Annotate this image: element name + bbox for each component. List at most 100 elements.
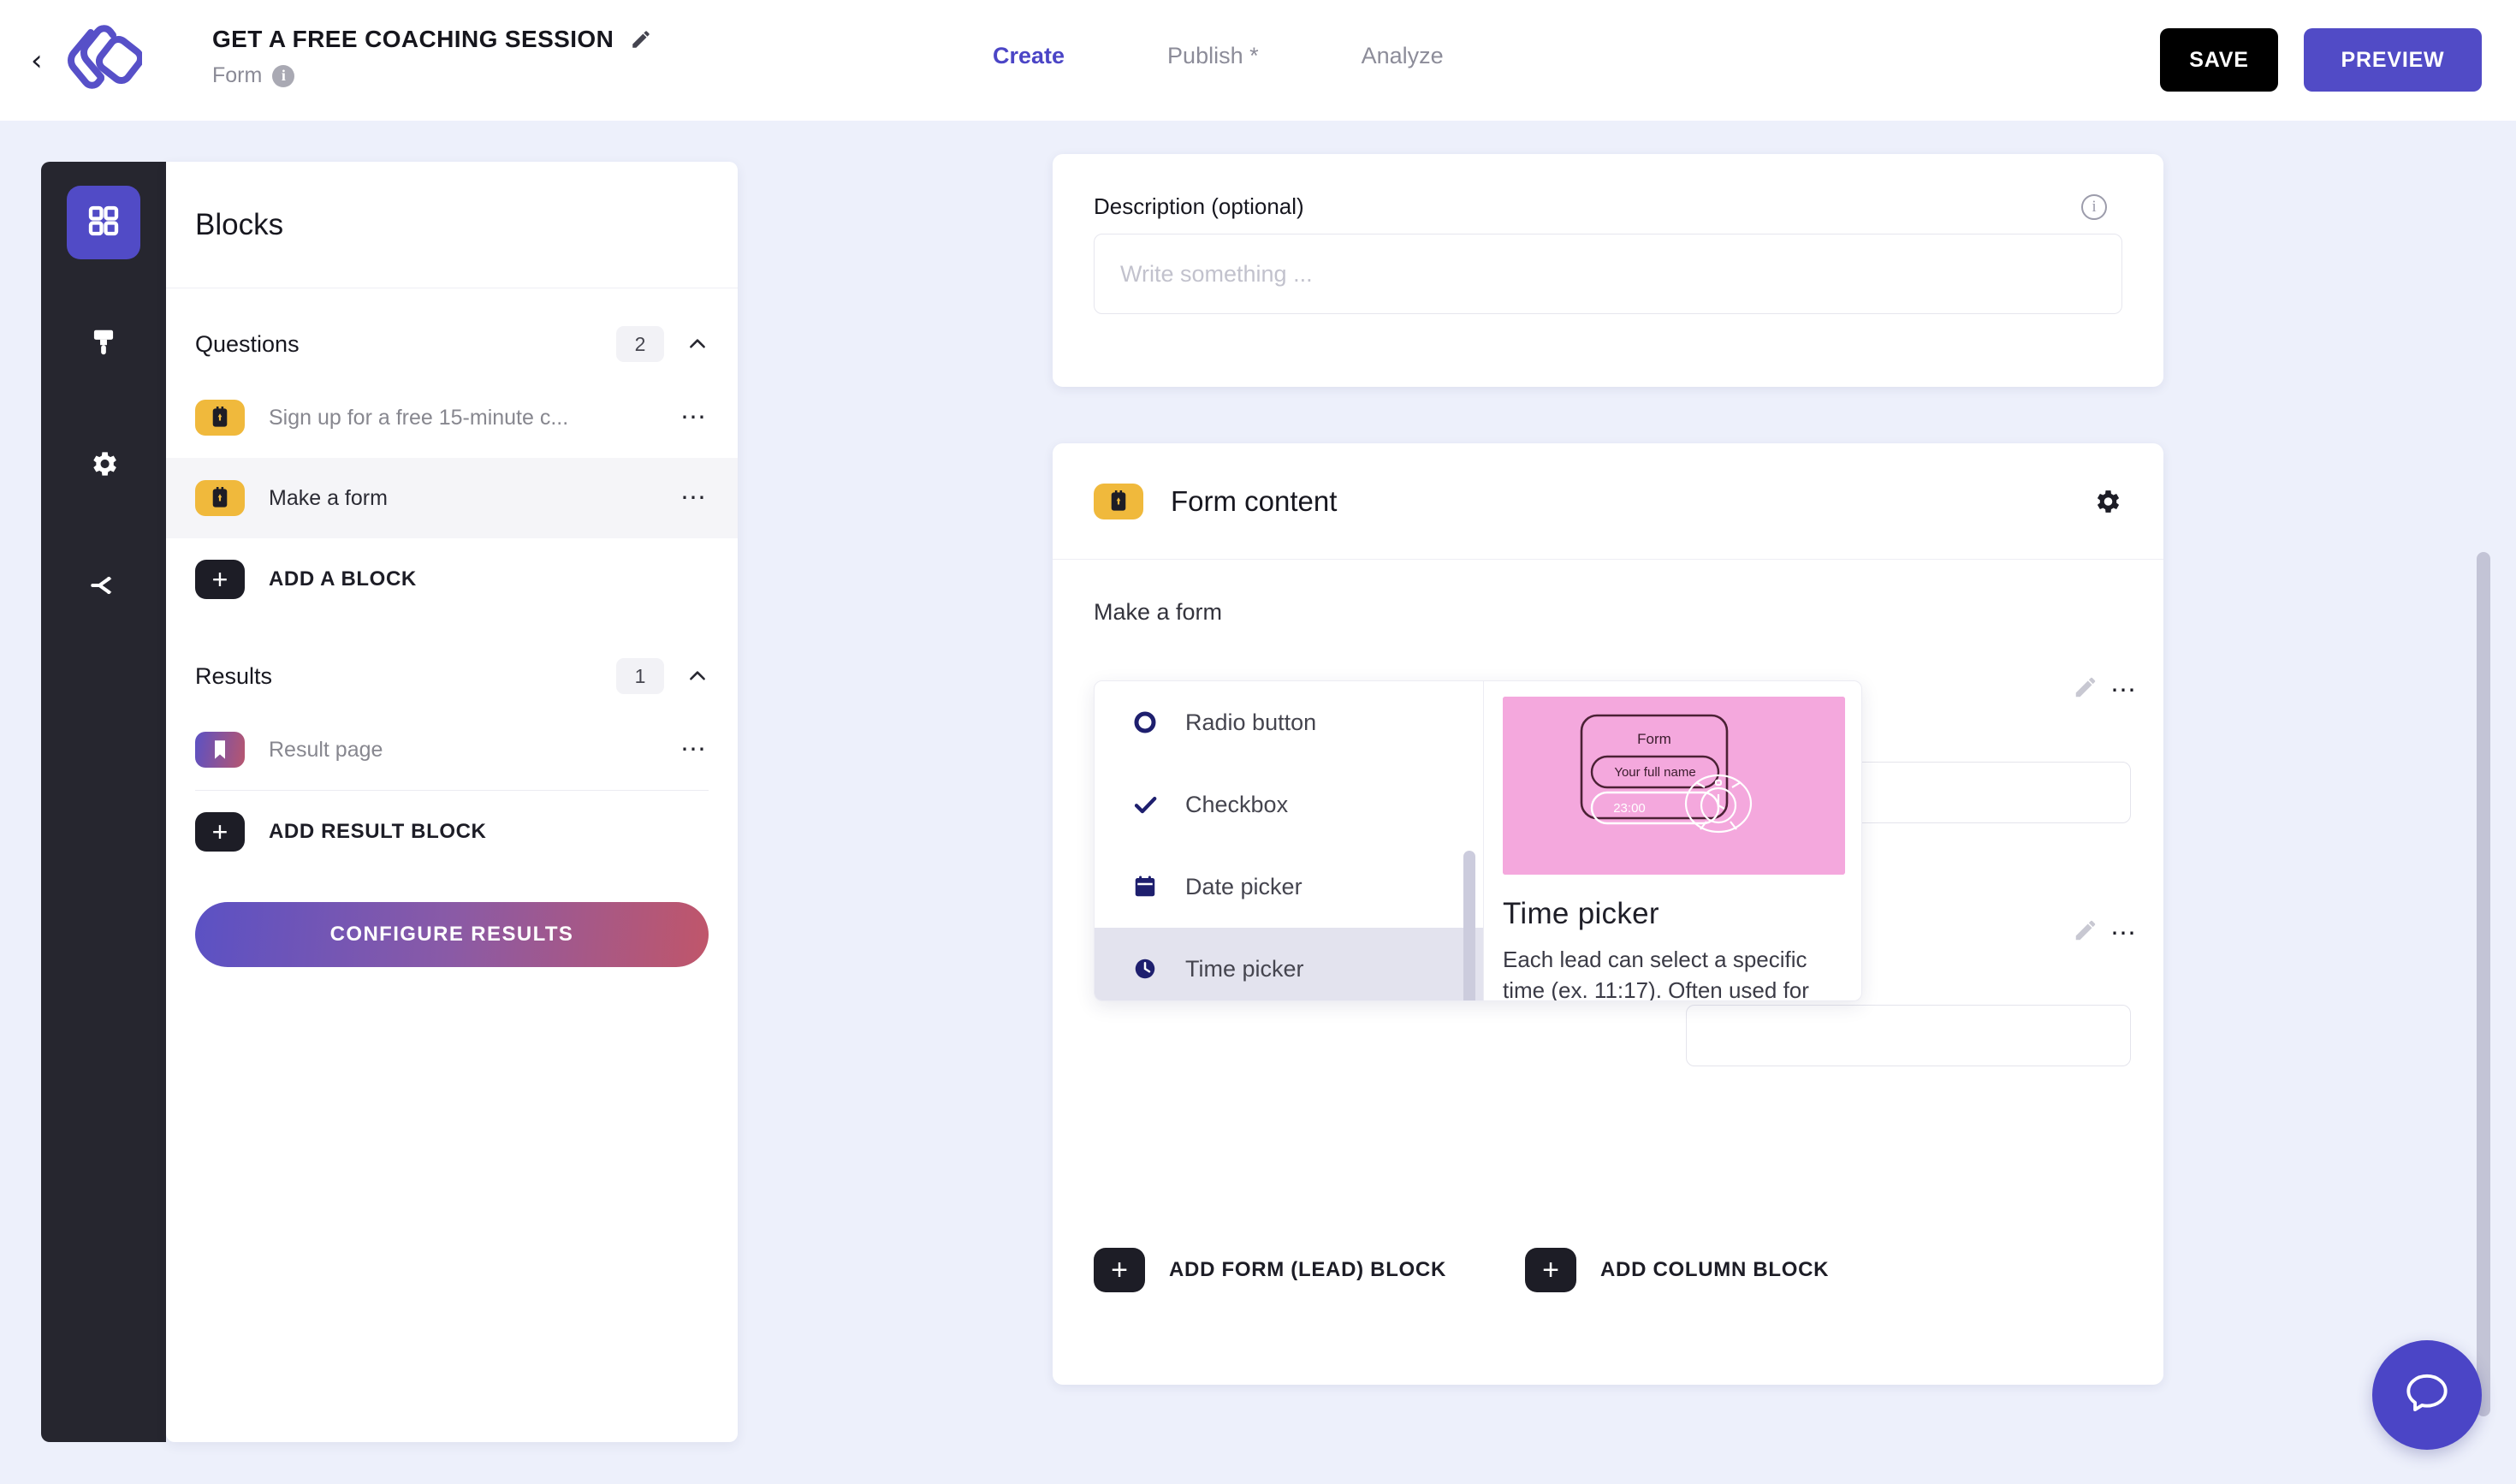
chevron-up-icon[interactable] [686, 665, 709, 687]
top-bar: ‹ GET A FREE COACHING SESSION Form i Cre… [0, 0, 2516, 121]
form-block-icon [1094, 483, 1143, 519]
pencil-icon[interactable] [630, 28, 652, 50]
add-a-block-label: ADD A BLOCK [269, 567, 417, 591]
ellipsis-icon[interactable]: ⋯ [680, 405, 709, 430]
svg-text:Form: Form [1637, 731, 1671, 747]
page-title: GET A FREE COACHING SESSION [212, 26, 614, 52]
back-chevron-icon[interactable]: ‹ [31, 45, 56, 77]
radio-button-icon [1130, 708, 1160, 737]
field-type-radio-button[interactable]: Radio button [1095, 681, 1483, 763]
info-outline-icon[interactable]: i [2081, 193, 2107, 220]
field-type-preview-image: Form Your full name 23:00 [1503, 697, 1845, 875]
block-item-make-a-form[interactable]: Make a form ⋯ [166, 458, 738, 538]
block-item-label: Make a form [269, 485, 388, 510]
pencil-icon[interactable] [2073, 917, 2098, 943]
section-title-results: Results [195, 662, 273, 689]
add-a-block-button[interactable]: + ADD A BLOCK [166, 538, 738, 620]
bookmark-icon [195, 732, 245, 768]
tab-analyze[interactable]: Analyze [1362, 43, 1444, 69]
plus-icon: + [195, 812, 245, 852]
block-item-label: Sign up for a free 15-minute c... [269, 405, 569, 430]
rail-item-blocks[interactable] [67, 186, 140, 259]
section-title-questions: Questions [195, 330, 300, 357]
form-content-header: Form content [1053, 443, 2163, 560]
blocks-panel: Blocks Questions 2 Sign up for a free 15… [166, 162, 738, 1442]
add-block-bar: + ADD FORM (LEAD) BLOCK + ADD COLUMN BLO… [1094, 1248, 1829, 1292]
save-button[interactable]: SAVE [2160, 28, 2278, 92]
field-type-detail-text: Each lead can select a specific time (ex… [1503, 947, 1809, 1001]
ellipsis-icon[interactable]: ⋯ [2110, 921, 2139, 947]
subtitle-row: Form i [212, 63, 652, 88]
field-type-dropdown: Radio button Checkbox Date picker Time p… [1094, 680, 1862, 1001]
ellipsis-icon[interactable]: ⋯ [680, 737, 709, 763]
blocks-panel-header: Blocks [166, 162, 738, 288]
field-type-label: Time picker [1185, 955, 1304, 982]
section-controls-results: 1 [616, 658, 709, 694]
form-block-icon [195, 480, 245, 516]
chevron-up-icon[interactable] [686, 333, 709, 355]
svg-text:23:00: 23:00 [1613, 801, 1646, 816]
results-count-badge: 1 [616, 658, 664, 694]
chat-widget-button[interactable] [2372, 1340, 2482, 1450]
field-type-checkbox[interactable]: Checkbox [1095, 763, 1483, 846]
block-item-label: Result page [269, 737, 383, 762]
field-type-date-picker[interactable]: Date picker [1095, 846, 1483, 928]
block-item-result-page[interactable]: Result page ⋯ [166, 709, 738, 790]
description-input[interactable] [1094, 234, 2122, 314]
preview-button[interactable]: PREVIEW [2304, 28, 2482, 92]
main-nav-tabs: Create Publish * Analyze [993, 43, 1444, 69]
info-icon[interactable]: i [272, 64, 295, 87]
clock-icon [1130, 954, 1160, 983]
add-result-block-button[interactable]: + ADD RESULT BLOCK [166, 791, 738, 873]
field-type-label: Date picker [1185, 873, 1303, 899]
plus-icon: + [195, 560, 245, 599]
description-label: Description (optional) [1094, 193, 1304, 219]
page-scrollbar[interactable] [2477, 552, 2490, 1416]
section-header-questions: Questions 2 [166, 311, 738, 377]
plus-icon: + [1094, 1248, 1145, 1292]
field-type-detail-panel: Form Your full name 23:00 Time picker Ea… [1484, 681, 1861, 1001]
pencil-icon[interactable] [2073, 674, 2098, 700]
tab-create[interactable]: Create [993, 43, 1065, 69]
field-type-list: Radio button Checkbox Date picker Time p… [1095, 681, 1484, 1000]
add-form-lead-block-button[interactable]: + ADD FORM (LEAD) BLOCK [1094, 1248, 1446, 1292]
questions-count-badge: 2 [616, 326, 664, 362]
form-block-icon [195, 400, 245, 436]
paintbrush-icon [87, 326, 120, 363]
tab-publish[interactable]: Publish * [1167, 43, 1259, 69]
rail-item-integrations[interactable] [67, 550, 140, 624]
form-field-input[interactable] [1686, 1005, 2131, 1066]
form-content-title: Form content [1171, 484, 1338, 517]
ellipsis-icon[interactable]: ⋯ [680, 485, 709, 511]
plus-icon: + [1525, 1248, 1576, 1292]
field-type-detail-title: Time picker [1503, 897, 1659, 930]
description-card: Description (optional) i [1053, 154, 2163, 387]
top-actions: SAVE PREVIEW [2160, 28, 2482, 92]
rail-item-design[interactable] [67, 307, 140, 381]
form-body-label: Make a form [1094, 599, 1223, 625]
title-group: GET A FREE COACHING SESSION Form i [212, 26, 652, 88]
field-type-label: Radio button [1185, 709, 1317, 735]
field-type-label: Checkbox [1185, 791, 1289, 817]
svg-text:Your full name: Your full name [1614, 765, 1695, 780]
add-result-block-label: ADD RESULT BLOCK [269, 820, 487, 843]
ellipsis-icon[interactable]: ⋯ [2110, 678, 2139, 703]
brand-logo-icon[interactable] [60, 24, 145, 98]
rail-item-settings[interactable] [67, 429, 140, 502]
add-column-block-button[interactable]: + ADD COLUMN BLOCK [1525, 1248, 1829, 1292]
field-type-time-picker[interactable]: Time picker [1095, 928, 1483, 1000]
chat-bubble-icon [2400, 1367, 2454, 1424]
left-rail [41, 162, 166, 1442]
share-nodes-icon [87, 569, 120, 606]
check-icon [1130, 790, 1160, 819]
blocks-panel-title: Blocks [195, 207, 284, 241]
add-form-lead-block-label: ADD FORM (LEAD) BLOCK [1169, 1258, 1446, 1281]
gear-icon [87, 448, 120, 484]
dropdown-scrollbar[interactable] [1463, 851, 1475, 1000]
block-item-signup[interactable]: Sign up for a free 15-minute c... ⋯ [166, 377, 738, 458]
gear-icon[interactable] [2092, 486, 2122, 517]
grid-blocks-icon [86, 204, 121, 242]
configure-results-button[interactable]: CONFIGURE RESULTS [195, 902, 709, 967]
description-label-row: Description (optional) i [1053, 154, 2163, 220]
section-controls-questions: 2 [616, 326, 709, 362]
